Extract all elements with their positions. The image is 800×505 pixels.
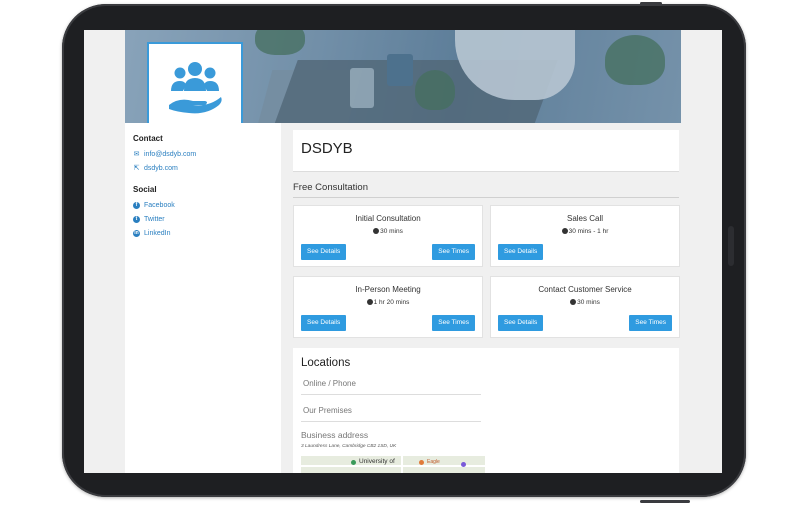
clock-icon xyxy=(373,228,380,234)
social-heading: Social xyxy=(133,185,157,194)
section-title: Free Consultation xyxy=(293,182,368,193)
mail-icon: ✉ xyxy=(133,151,140,158)
location-divider xyxy=(301,421,481,422)
map-pin-icon xyxy=(351,460,356,465)
see-times-button[interactable]: See Times xyxy=(432,244,475,260)
tablet-side-sensor xyxy=(728,226,734,266)
map-label-eagle: Eagle xyxy=(427,459,440,465)
see-details-button[interactable]: See Details xyxy=(301,315,347,331)
twitter-label: Twitter xyxy=(144,216,165,223)
service-card-contact-customer-service: Contact Customer Service 30 mins See Det… xyxy=(490,276,680,338)
business-title-card: DSDYB xyxy=(293,130,679,172)
linkedin-link[interactable]: in LinkedIn xyxy=(133,230,170,237)
business-address: 3 Laundress Lane, Cambridge CB2 1SD, UK xyxy=(301,444,397,449)
service-name: In-Person Meeting xyxy=(355,285,421,294)
see-times-button[interactable]: See Times xyxy=(629,315,672,331)
location-divider xyxy=(301,394,481,395)
contact-heading: Contact xyxy=(133,134,163,143)
website-text: dsdyb.com xyxy=(144,165,178,172)
people-hand-icon xyxy=(169,62,222,114)
email-text: info@dsdyb.com xyxy=(144,151,197,158)
service-card-in-person-meeting: In-Person Meeting 1 hr 20 mins See Detai… xyxy=(293,276,483,338)
business-address-label: Business address xyxy=(301,430,369,440)
service-card-sales-call: Sales Call 30 mins - 1 hr See Details xyxy=(490,205,680,267)
map-pin-icon xyxy=(419,460,424,465)
service-duration: 30 mins xyxy=(294,228,482,235)
twitter-link[interactable]: t Twitter xyxy=(133,216,165,223)
map-label-university: University of xyxy=(359,458,395,465)
location-map[interactable]: University of Eagle xyxy=(301,456,485,473)
linkedin-label: LinkedIn xyxy=(144,230,171,237)
facebook-link[interactable]: f Facebook xyxy=(133,202,175,209)
facebook-icon: f xyxy=(133,202,140,209)
clock-icon xyxy=(570,299,577,305)
service-name: Sales Call xyxy=(566,214,603,223)
see-times-button[interactable]: See Times xyxy=(432,315,475,331)
section-divider xyxy=(293,197,679,198)
screen: Contact ✉ info@dsdyb.com ⇱ dsdyb.com Soc… xyxy=(84,30,722,473)
website-link[interactable]: ⇱ dsdyb.com xyxy=(133,165,178,172)
clock-icon xyxy=(561,228,568,234)
business-logo xyxy=(147,42,243,136)
linkedin-icon: in xyxy=(133,230,140,237)
facebook-label: Facebook xyxy=(144,202,175,209)
location-our-premises[interactable]: Our Premises xyxy=(301,406,481,415)
twitter-icon: t xyxy=(133,216,140,223)
sidebar: Contact ✉ info@dsdyb.com ⇱ dsdyb.com Soc… xyxy=(125,123,281,473)
clock-icon xyxy=(366,299,373,305)
external-link-icon: ⇱ xyxy=(133,165,140,172)
power-button xyxy=(640,500,690,503)
service-card-initial-consultation: Initial Consultation 30 mins See Details… xyxy=(293,205,483,267)
map-pin-icon xyxy=(461,462,466,467)
service-name: Contact Customer Service xyxy=(538,285,632,294)
service-name: Initial Consultation xyxy=(355,214,421,223)
volume-button xyxy=(640,2,662,5)
see-details-button[interactable]: See Details xyxy=(498,315,544,331)
service-duration: 30 mins - 1 hr xyxy=(491,228,679,235)
locations-card: Locations Online / Phone Our Premises Bu… xyxy=(293,348,679,473)
service-duration: 30 mins xyxy=(491,299,679,306)
service-duration: 1 hr 20 mins xyxy=(294,299,482,306)
locations-heading: Locations xyxy=(301,357,351,369)
location-online-phone[interactable]: Online / Phone xyxy=(301,379,481,388)
business-name: DSDYB xyxy=(301,140,353,157)
see-details-button[interactable]: See Details xyxy=(301,244,347,260)
email-link[interactable]: ✉ info@dsdyb.com xyxy=(133,151,197,158)
see-details-button[interactable]: See Details xyxy=(498,244,544,260)
